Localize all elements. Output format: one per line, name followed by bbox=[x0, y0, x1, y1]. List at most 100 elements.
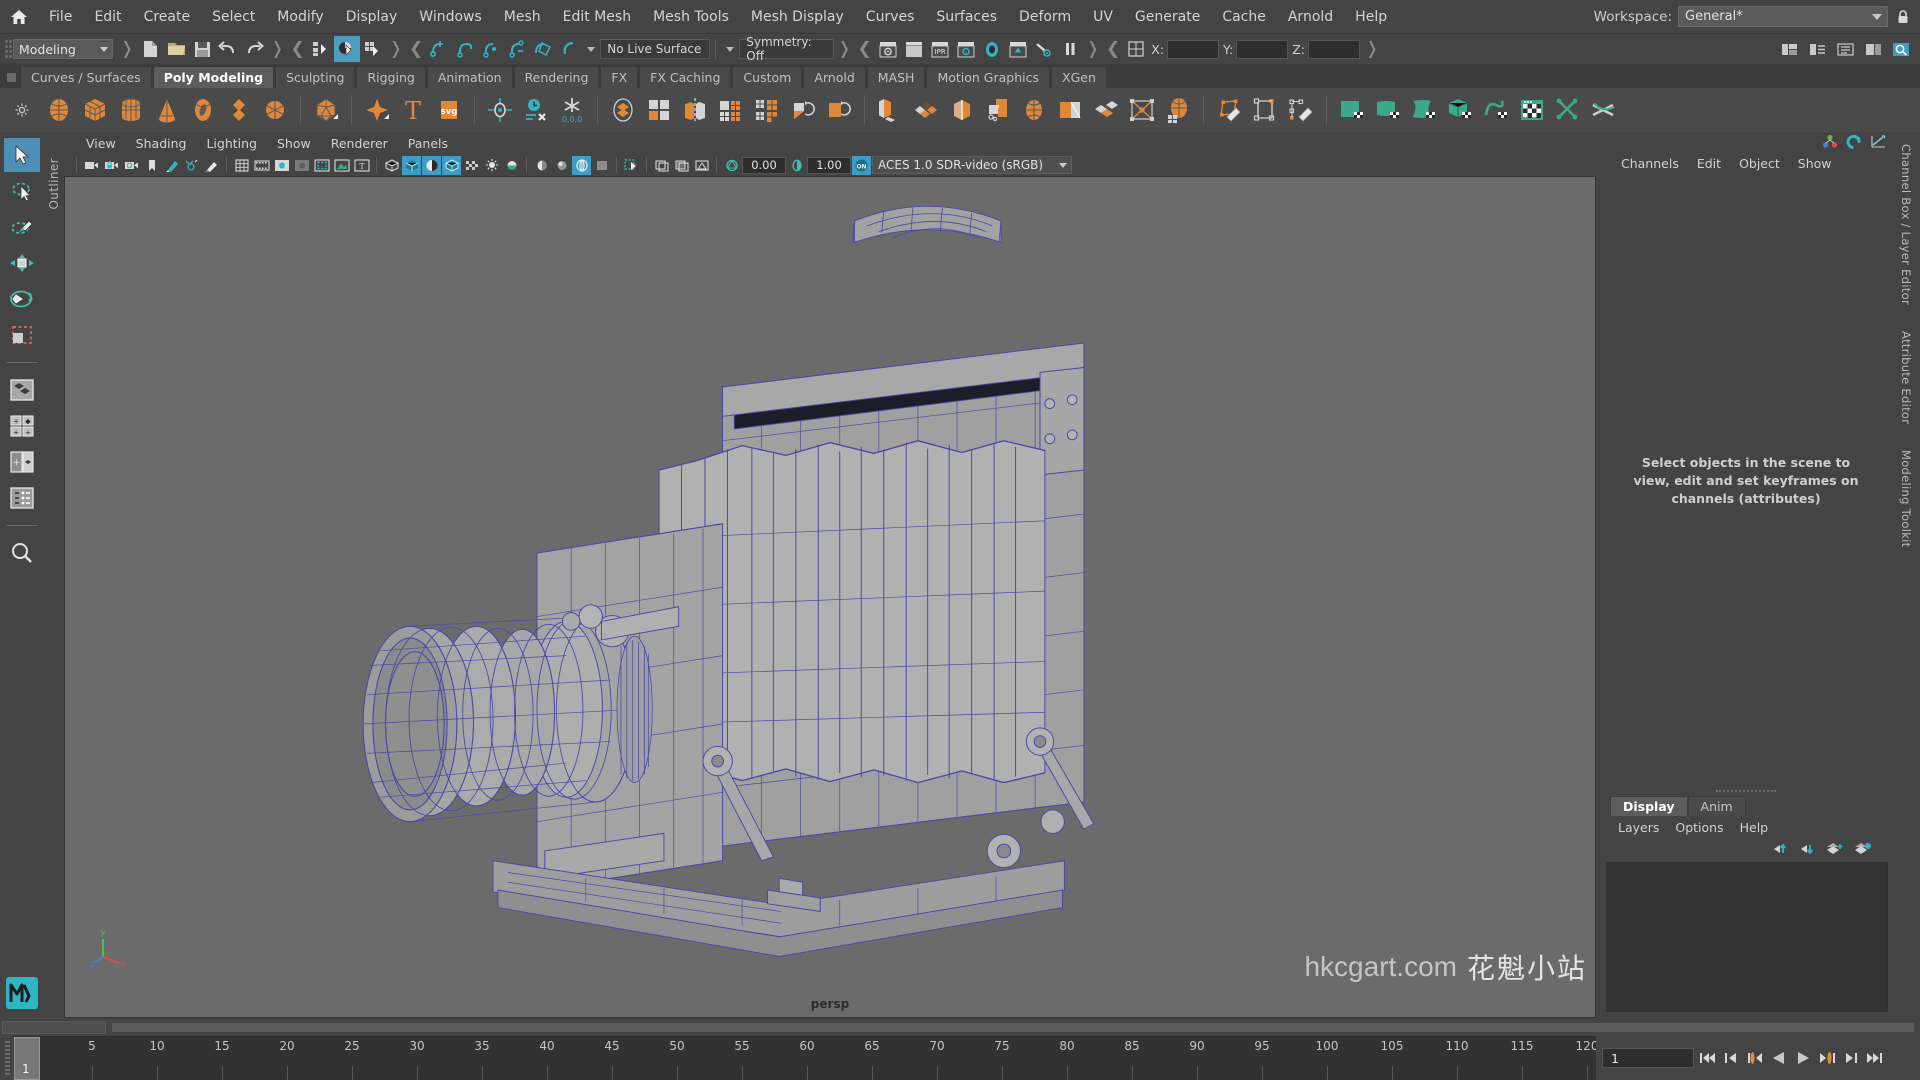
show-hide-channel-box-icon[interactable] bbox=[1860, 36, 1886, 62]
hypershade-icon[interactable] bbox=[979, 36, 1005, 62]
select-camera-icon[interactable] bbox=[82, 156, 101, 175]
move-tool[interactable] bbox=[4, 246, 40, 280]
bevel-icon[interactable] bbox=[909, 92, 943, 128]
step-forward-frame-icon[interactable] bbox=[1816, 1047, 1838, 1069]
menu-modify[interactable]: Modify bbox=[266, 6, 334, 28]
menu-help[interactable]: Help bbox=[1344, 6, 1398, 28]
shelf-tab-curves-surfaces[interactable]: Curves / Surfaces bbox=[20, 66, 152, 88]
channelbox-menu-channels[interactable]: Channels bbox=[1612, 154, 1688, 173]
menu-mesh-tools[interactable]: Mesh Tools bbox=[642, 6, 740, 28]
create-polygon-icon[interactable] bbox=[1248, 92, 1282, 128]
layer-tab-anim[interactable]: Anim bbox=[1687, 796, 1746, 816]
rail-tab-modeling-toolkit[interactable]: Modeling Toolkit bbox=[1899, 446, 1913, 551]
shelf-tab-motion-graphics[interactable]: Motion Graphics bbox=[926, 66, 1050, 88]
time-slider[interactable]: 1 5 10 15 20 25 30 35 40 45 50 55 60 65 70 75 80 85 90 95 1… bbox=[14, 1036, 1596, 1080]
use-default-lighting-icon[interactable] bbox=[482, 156, 501, 175]
move-layer-down-icon[interactable] bbox=[1799, 842, 1816, 856]
render-view-icon[interactable] bbox=[1005, 36, 1031, 62]
sculpt-mesh-icon[interactable] bbox=[1161, 92, 1195, 128]
reduce-icon[interactable] bbox=[750, 92, 784, 128]
step-back-keyframe-icon[interactable] bbox=[1720, 1047, 1742, 1069]
single-perspective-layout[interactable]: + bbox=[4, 445, 40, 479]
coord-y-input[interactable] bbox=[1236, 39, 1289, 59]
menu-generate[interactable]: Generate bbox=[1124, 6, 1211, 28]
anti-aliasing-icon[interactable] bbox=[592, 156, 611, 175]
menu-file[interactable]: File bbox=[38, 6, 83, 28]
retopologize-icon[interactable] bbox=[822, 92, 856, 128]
layer-menu-options[interactable]: Options bbox=[1667, 818, 1731, 837]
move-layer-up-icon[interactable] bbox=[1772, 842, 1789, 856]
chevron-down-icon[interactable] bbox=[587, 46, 596, 52]
outliner-tab-strip[interactable]: Outliner bbox=[44, 132, 64, 1018]
extrude-icon[interactable] bbox=[873, 92, 907, 128]
grease-pencil-icon[interactable] bbox=[202, 156, 221, 175]
menu-curves[interactable]: Curves bbox=[855, 6, 926, 28]
menu-create[interactable]: Create bbox=[133, 6, 202, 28]
text-icon[interactable]: T bbox=[396, 92, 430, 128]
menu-windows[interactable]: Windows bbox=[408, 6, 493, 28]
lasso-select-tool[interactable] bbox=[4, 174, 40, 208]
gamma-input[interactable]: 1.00 bbox=[807, 156, 851, 174]
exposure-icon[interactable] bbox=[722, 156, 741, 175]
ipr-render-icon[interactable]: IPR bbox=[927, 36, 953, 62]
gamma-icon[interactable] bbox=[787, 156, 806, 175]
uv-checker-icon[interactable] bbox=[1515, 92, 1549, 128]
menu-surfaces[interactable]: Surfaces bbox=[925, 6, 1008, 28]
poly-type-icon[interactable] bbox=[360, 92, 394, 128]
snap-to-grid-icon[interactable] bbox=[426, 36, 452, 62]
uv-editor-icon[interactable] bbox=[1335, 92, 1369, 128]
play-backwards-icon[interactable] bbox=[1768, 1047, 1790, 1069]
two-d-pan-zoom-icon[interactable] bbox=[182, 156, 201, 175]
shelf-options-grip[interactable] bbox=[2, 88, 42, 132]
textured-icon[interactable] bbox=[442, 155, 461, 175]
panel-splitter[interactable] bbox=[1596, 786, 1896, 796]
colorspace-dropdown[interactable]: ACES 1.0 SDR-video (sRGB) bbox=[872, 156, 1072, 174]
slide-edge-tool-icon[interactable] bbox=[1284, 92, 1318, 128]
automatic-map-icon[interactable] bbox=[1443, 92, 1477, 128]
go-to-end-icon[interactable] bbox=[1864, 1047, 1886, 1069]
remesh-icon[interactable] bbox=[786, 92, 820, 128]
render-settings-icon[interactable] bbox=[953, 36, 979, 62]
attribute-editor-icon[interactable] bbox=[1846, 133, 1862, 149]
transform-component-icon[interactable] bbox=[1125, 92, 1159, 128]
current-frame-input[interactable]: 1 bbox=[1602, 1048, 1694, 1068]
menu-arnold[interactable]: Arnold bbox=[1277, 6, 1344, 28]
append-polygon-icon[interactable] bbox=[1053, 92, 1087, 128]
show-hide-modeling-toolkit-icon[interactable] bbox=[1776, 36, 1802, 62]
select-by-component-icon[interactable] bbox=[360, 36, 386, 62]
xray-active-components-icon[interactable] bbox=[692, 156, 711, 175]
smooth-icon[interactable] bbox=[714, 92, 748, 128]
snap-to-view-plane-icon[interactable] bbox=[530, 36, 556, 62]
render-sequence-icon[interactable] bbox=[901, 36, 927, 62]
shaded-wireframe-icon[interactable] bbox=[422, 155, 441, 175]
cylindrical-map-icon[interactable] bbox=[1407, 92, 1441, 128]
target-weld-icon[interactable] bbox=[1017, 92, 1051, 128]
texture-checker-icon[interactable] bbox=[462, 156, 481, 175]
image-plane-icon[interactable] bbox=[162, 156, 181, 175]
graph-editor-icon[interactable] bbox=[1870, 134, 1886, 149]
undo-icon[interactable] bbox=[215, 36, 241, 62]
xray-joints-icon[interactable] bbox=[672, 156, 691, 175]
ambient-occlusion-icon[interactable] bbox=[552, 156, 571, 175]
menu-deform[interactable]: Deform bbox=[1008, 6, 1082, 28]
viewport-menu-shading[interactable]: Shading bbox=[126, 134, 197, 153]
magnify-tool[interactable] bbox=[4, 536, 40, 570]
channelbox-menu-edit[interactable]: Edit bbox=[1688, 154, 1730, 173]
poly-torus-icon[interactable] bbox=[186, 92, 220, 128]
sew-uv-edges-icon[interactable] bbox=[1587, 92, 1621, 128]
select-by-hierarchy-icon[interactable] bbox=[308, 36, 334, 62]
coord-x-input[interactable] bbox=[1167, 39, 1220, 59]
make-live-icon[interactable] bbox=[556, 36, 582, 62]
shelf-tab-animation[interactable]: Animation bbox=[426, 66, 513, 88]
workspace-dropdown[interactable]: General* bbox=[1678, 6, 1888, 27]
home-icon[interactable] bbox=[6, 4, 32, 30]
rail-tab-channel-box-layer-editor[interactable]: Channel Box / Layer Editor bbox=[1899, 140, 1913, 309]
channel-box-body[interactable]: Select objects in the scene to view, edi… bbox=[1596, 176, 1896, 786]
multi-cut-icon[interactable] bbox=[981, 92, 1015, 128]
rail-tab-attribute-editor[interactable]: Attribute Editor bbox=[1899, 327, 1913, 428]
menu-edit-mesh[interactable]: Edit Mesh bbox=[552, 6, 642, 28]
safe-title-icon[interactable]: T bbox=[352, 156, 371, 175]
shelf-tab-xgen[interactable]: XGen bbox=[1051, 66, 1107, 88]
step-back-frame-icon[interactable] bbox=[1744, 1047, 1766, 1069]
isolate-select-icon[interactable] bbox=[622, 156, 641, 175]
